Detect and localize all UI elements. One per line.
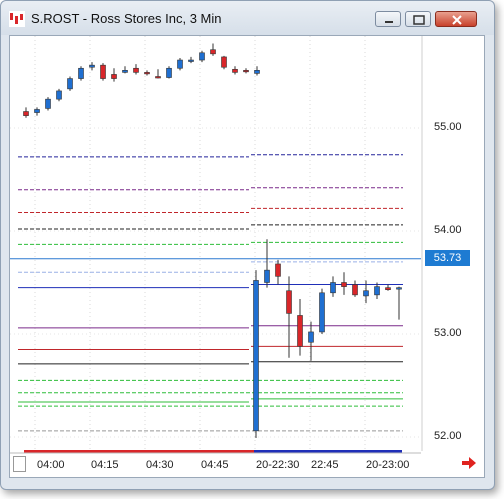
candle-body [23,111,29,116]
chart-corner-box[interactable] [13,456,26,472]
candle-body [341,282,347,287]
candle-body [254,70,260,74]
candle-body [188,59,194,62]
chart-window: S.ROST - Ross Stores Inc, 3 Min 53.73 55… [0,0,495,490]
candle-body [34,109,40,113]
candle-body [308,331,314,343]
candle-body [144,72,150,75]
x-tick-label: 22:45 [311,459,339,471]
minimize-icon [385,21,393,23]
candle-body [275,263,281,277]
x-tick-label: 20-23:00 [366,459,410,471]
candle-body [264,269,270,283]
candle-body [396,287,402,290]
candle-body [122,70,128,73]
candle-body [330,282,336,294]
maximize-button[interactable] [405,11,431,27]
candle-body [89,64,95,68]
candle-body [56,90,62,100]
y-tick-label: 54.00 [434,224,462,236]
candle-body [155,76,161,79]
window-title: S.ROST - Ross Stores Inc, 3 Min [31,11,222,26]
chart-app-icon [9,11,25,27]
chart-area[interactable]: 53.73 55.00 54.00 53.00 52.00 04:00 04:1… [9,35,485,478]
candle-body [133,67,139,73]
title-bar[interactable]: S.ROST - Ross Stores Inc, 3 Min [1,1,494,35]
minimize-button[interactable] [375,11,401,27]
candle-body [363,290,369,297]
candle-body [243,70,249,73]
x-tick-label: 04:00 [37,459,65,471]
x-tick-label: 04:30 [146,459,174,471]
candle-body [177,59,183,69]
candle-body [78,67,84,79]
candlestick-chart[interactable] [10,36,486,479]
x-tick-label: 20-22:30 [256,459,300,471]
y-tick-label: 52.00 [434,430,462,442]
maximize-icon [413,15,425,25]
candle-body [45,98,51,109]
x-tick-label: 04:45 [201,459,229,471]
candle-body [210,49,216,55]
candle-body [232,68,238,73]
scroll-right-arrow-icon[interactable] [461,456,477,470]
close-button[interactable] [435,11,477,27]
close-icon [452,15,462,25]
candle-body [67,78,73,90]
candle-body [221,56,227,68]
y-tick-label: 55.00 [434,121,462,133]
candle-body [166,67,172,78]
candle-body [319,292,325,333]
x-tick-label: 04:15 [91,459,119,471]
candle-body [385,287,391,291]
candle-body [111,74,117,79]
candle-body [199,52,205,61]
y-tick-label: 53.00 [434,327,462,339]
candle-body [297,315,303,347]
candle-body [286,290,292,314]
candle-body [352,284,358,296]
last-price-marker: 53.73 [425,250,470,266]
candle-body [100,64,106,79]
candle-body [253,280,259,432]
candle-body [374,286,380,296]
